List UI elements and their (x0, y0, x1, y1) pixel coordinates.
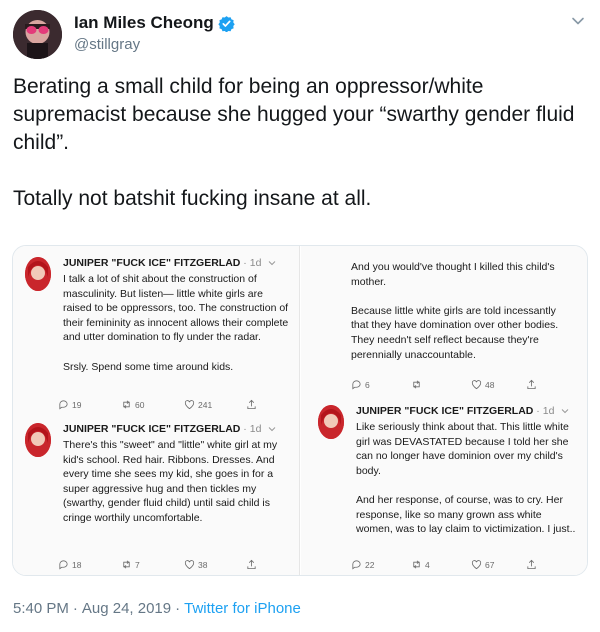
share-icon (527, 559, 536, 570)
retweet-stat: 4 (411, 559, 471, 570)
heart-icon (184, 560, 195, 570)
embedded-time: 1d (542, 405, 555, 417)
reply-icon (59, 400, 68, 410)
retweet-stat (411, 379, 471, 390)
embedded-actions-3: 6 48 (351, 379, 537, 390)
media-right-column: And you would've thought I killed this c… (301, 246, 587, 575)
share-icon (247, 399, 256, 410)
tweet-timestamp: 5:40 PM · Aug 24, 2019 · Twitter for iPhone (13, 600, 301, 617)
chevron-down-icon[interactable] (571, 14, 585, 28)
author-block: Ian Miles Cheong @stillgray (74, 13, 235, 53)
embedded-author-name: JUNIPER "FUCK ICE" FITZGERLAD (63, 423, 241, 435)
embedded-header: JUNIPER "FUCK ICE" FITZGERLAD · 1d (356, 405, 569, 417)
tweet-text: Berating a small child for being an oppr… (13, 75, 575, 210)
embedded-avatar (318, 405, 344, 439)
retweet-stat: 7 (121, 559, 184, 570)
embedded-header: JUNIPER "FUCK ICE" FITZGERLAD · 1d (63, 423, 276, 435)
embedded-time: 1d (249, 257, 262, 269)
retweet-icon (413, 560, 420, 569)
embedded-author-name: JUNIPER "FUCK ICE" FITZGERLAD (63, 257, 241, 269)
verified-badge-icon (218, 15, 235, 32)
embedded-header: JUNIPER "FUCK ICE" FITZGERLAD · 1d (63, 257, 276, 269)
heart-icon (184, 400, 195, 410)
reply-stat: 22 (351, 559, 411, 570)
share-stat (246, 399, 257, 410)
share-icon (527, 379, 536, 390)
heart-icon (471, 380, 482, 390)
media-left-column: JUNIPER "FUCK ICE" FITZGERLAD · 1d I tal… (13, 246, 300, 575)
reply-icon (59, 560, 68, 570)
embedded-actions-4: 22 4 67 (351, 559, 537, 570)
embedded-tweet-text: Like seriously think about that. This li… (356, 421, 576, 536)
tweet-time[interactable]: 5:40 PM (13, 600, 69, 617)
share-icon (247, 559, 256, 570)
embedded-actions-1: 19 60 241 (58, 399, 257, 410)
share-stat (526, 379, 537, 390)
embedded-time: 1d (249, 423, 262, 435)
chevron-down-icon (268, 261, 276, 266)
reply-icon (352, 380, 361, 390)
like-stat: 241 (184, 399, 246, 410)
like-stat: 48 (471, 379, 526, 390)
embedded-avatar (25, 257, 51, 291)
embedded-tweet-text: I talk a lot of shit about the construct… (63, 273, 289, 373)
retweet-icon (123, 560, 130, 569)
author-handle[interactable]: @stillgray (74, 36, 235, 53)
embedded-author-name: JUNIPER "FUCK ICE" FITZGERLAD (356, 405, 534, 417)
reply-stat: 6 (351, 379, 411, 390)
embedded-tweet-3-text: And you would've thought I killed this c… (351, 261, 559, 361)
embedded-avatar (25, 423, 51, 457)
embedded-tweet-text: There's this "sweet" and "little" white … (63, 439, 278, 524)
author-name[interactable]: Ian Miles Cheong (74, 13, 214, 33)
tweet-date[interactable]: Aug 24, 2019 (82, 600, 171, 617)
reply-stat: 18 (58, 559, 121, 570)
tweet-source-link[interactable]: Twitter for iPhone (184, 600, 301, 617)
like-stat: 67 (471, 559, 526, 570)
chevron-down-icon (561, 409, 569, 414)
retweet-icon (123, 400, 130, 409)
share-stat (246, 559, 257, 570)
chevron-down-icon (268, 427, 276, 432)
reply-stat: 19 (58, 399, 121, 410)
embedded-actions-2: 18 7 38 (58, 559, 257, 570)
retweet-icon (413, 380, 420, 389)
share-stat (526, 559, 537, 570)
reply-icon (352, 560, 361, 570)
heart-icon (471, 560, 482, 570)
tweet-media-image[interactable]: JUNIPER "FUCK ICE" FITZGERLAD · 1d I tal… (12, 245, 588, 576)
author-avatar[interactable] (13, 10, 62, 59)
retweet-stat: 60 (121, 399, 184, 410)
like-stat: 38 (184, 559, 246, 570)
